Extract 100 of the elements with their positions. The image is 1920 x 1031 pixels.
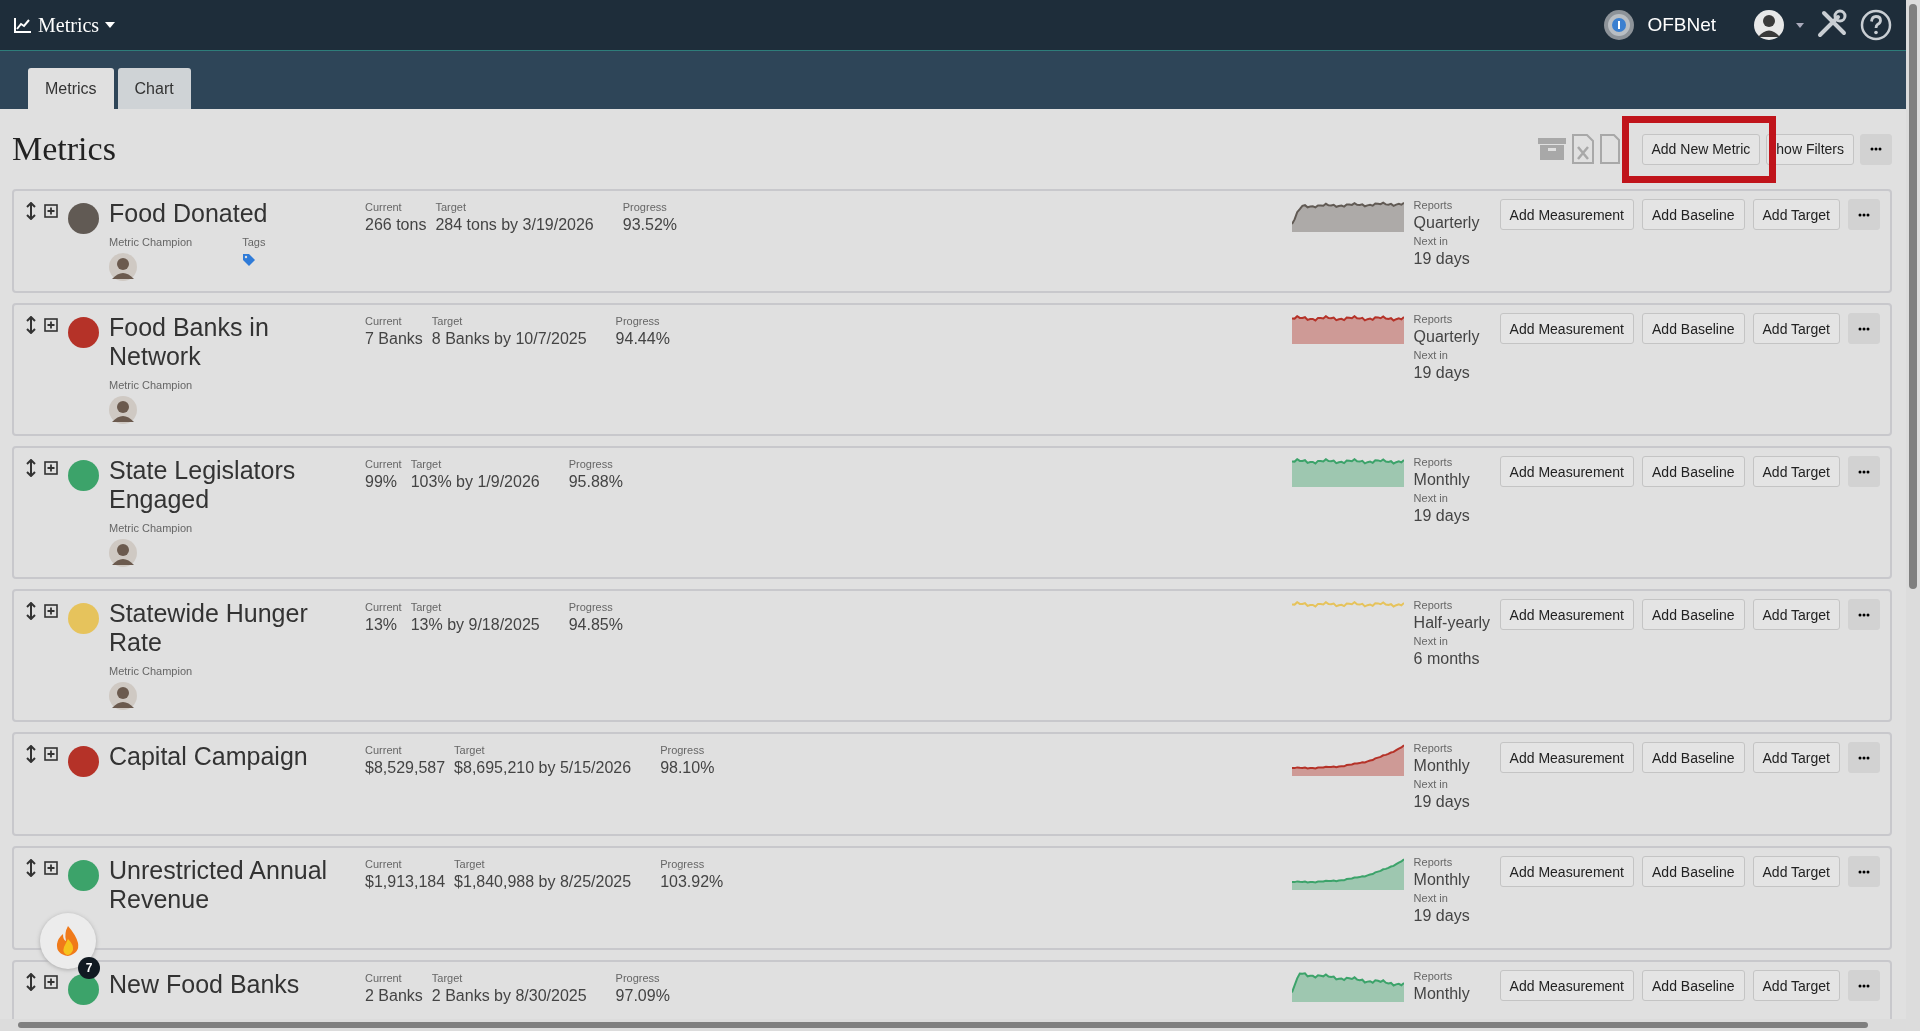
reorder-icon[interactable]: [26, 745, 36, 763]
more-icon: [1858, 469, 1870, 474]
avatar-icon: [109, 396, 137, 424]
more-button[interactable]: [1860, 133, 1892, 165]
target-value: $8,695,210 by 5/15/2026: [454, 759, 632, 777]
field-label: Current: [365, 315, 403, 327]
app-menu-button[interactable]: Metrics: [12, 11, 118, 39]
expand-icon[interactable]: [44, 975, 58, 989]
field-label: Current: [365, 458, 402, 470]
action-button[interactable]: Add Target: [1752, 199, 1840, 230]
action-button[interactable]: Add Target: [1752, 970, 1840, 1001]
current-value: 13%: [365, 616, 399, 634]
action-button[interactable]: Add Target: [1752, 742, 1840, 773]
expand-icon[interactable]: [44, 861, 58, 875]
progress-value: 98.10%: [660, 759, 715, 777]
metric-name[interactable]: State Legislators Engaged: [109, 456, 345, 514]
field-label: Next in: [1413, 235, 1449, 247]
field-label: Tags: [242, 236, 266, 248]
next-report-time: 19 days: [1413, 907, 1471, 925]
action-button[interactable]: Add Baseline: [1642, 742, 1745, 773]
action-button[interactable]: Add Measurement: [1499, 456, 1634, 487]
tab[interactable]: Chart: [117, 68, 191, 109]
metric-name[interactable]: Statewide Hunger Rate: [109, 599, 345, 657]
reorder-icon[interactable]: [26, 202, 36, 220]
current-value: 2 Banks: [365, 987, 423, 1005]
field-label: Progress: [660, 744, 706, 756]
reorder-icon[interactable]: [26, 316, 36, 334]
action-button[interactable]: Add Measurement: [1499, 199, 1634, 230]
action-button[interactable]: Add Target: [1752, 313, 1840, 344]
vertical-scrollbar[interactable]: [1906, 0, 1920, 1031]
report-frequency: Monthly: [1413, 871, 1471, 889]
reorder-icon[interactable]: [26, 859, 36, 877]
expand-icon[interactable]: [44, 747, 58, 761]
reorder-icon[interactable]: [26, 459, 36, 477]
action-button[interactable]: Add Target: [1752, 456, 1840, 487]
expand-icon[interactable]: [44, 204, 58, 218]
action-button[interactable]: Add Baseline: [1642, 199, 1745, 230]
action-button[interactable]: Add Measurement: [1499, 742, 1634, 773]
horizontal-scrollbar[interactable]: [0, 1019, 1906, 1031]
report-frequency: Quarterly: [1413, 214, 1481, 232]
organization-name[interactable]: OFBNet: [1647, 14, 1716, 36]
show-filters-button[interactable]: how Filters: [1766, 133, 1854, 165]
expand-icon[interactable]: [44, 461, 58, 475]
next-report-time: 19 days: [1413, 250, 1471, 268]
field-label: Reports: [1413, 856, 1454, 868]
progress-value: 94.44%: [615, 330, 670, 348]
action-button[interactable]: Add Measurement: [1499, 970, 1634, 1001]
target-value: 8 Banks by 10/7/2025: [431, 330, 587, 348]
metric-name[interactable]: Food Banks in Network: [109, 313, 345, 371]
action-button[interactable]: Add Baseline: [1642, 456, 1745, 487]
progress-value: 95.88%: [568, 473, 623, 491]
progress-value: 93.52%: [622, 216, 677, 234]
target-value: 2 Banks by 8/30/2025: [431, 987, 587, 1005]
tab[interactable]: Metrics: [28, 68, 114, 109]
current-value: 7 Banks: [365, 330, 423, 348]
action-button[interactable]: Add Baseline: [1642, 599, 1745, 630]
field-label: Next in: [1413, 778, 1449, 790]
progress-value: 94.85%: [568, 616, 623, 634]
more-icon: [1870, 147, 1882, 151]
reorder-icon[interactable]: [26, 602, 36, 620]
action-button[interactable]: Add Target: [1752, 856, 1840, 887]
target-value: 284 tons by 3/19/2026: [435, 216, 594, 234]
line-chart-icon: [14, 17, 32, 33]
tag-icon[interactable]: [242, 253, 257, 267]
metric-name[interactable]: Capital Campaign: [109, 742, 345, 771]
action-button[interactable]: Add Measurement: [1499, 856, 1634, 887]
current-value: 99%: [365, 473, 399, 491]
metric-name[interactable]: Unrestricted Annual Revenue: [109, 856, 345, 914]
next-report-time: 19 days: [1413, 793, 1471, 811]
more-icon: [1858, 212, 1870, 217]
action-button[interactable]: Add Baseline: [1642, 970, 1745, 1001]
progress-value: 97.09%: [615, 987, 670, 1005]
field-label: Progress: [568, 601, 614, 613]
action-button[interactable]: Add Measurement: [1499, 313, 1634, 344]
action-button[interactable]: Add Measurement: [1499, 599, 1634, 630]
add-new-metric-button[interactable]: Add New Metric: [1641, 133, 1761, 165]
expand-icon[interactable]: [44, 604, 58, 618]
avatar-icon: [109, 539, 137, 567]
progress-value: 103.92%: [660, 873, 724, 891]
action-button[interactable]: Add Baseline: [1642, 856, 1745, 887]
organization-badge-icon[interactable]: [1603, 9, 1636, 41]
target-value: $1,840,988 by 8/25/2025: [454, 873, 632, 891]
field-label: Current: [365, 601, 402, 613]
action-button[interactable]: Add Baseline: [1642, 313, 1745, 344]
field-label: Target: [431, 972, 464, 984]
field-label: Progress: [615, 972, 661, 984]
action-button[interactable]: Add Target: [1752, 599, 1840, 630]
metric-name[interactable]: Food Donated: [109, 199, 345, 228]
current-value: $8,529,587: [365, 759, 446, 777]
user-avatar-icon[interactable]: [1754, 10, 1784, 40]
more-icon: [1858, 869, 1870, 874]
expand-icon[interactable]: [44, 318, 58, 332]
caret-icon[interactable]: [1796, 22, 1804, 28]
reorder-icon[interactable]: [26, 973, 36, 991]
report-frequency: Monthly: [1413, 985, 1471, 1003]
notification-count: 7: [78, 957, 100, 979]
metric-name[interactable]: New Food Banks: [109, 970, 345, 999]
help-icon[interactable]: [1860, 9, 1892, 41]
field-label: Reports: [1413, 599, 1454, 611]
more-icon: [1858, 755, 1870, 760]
